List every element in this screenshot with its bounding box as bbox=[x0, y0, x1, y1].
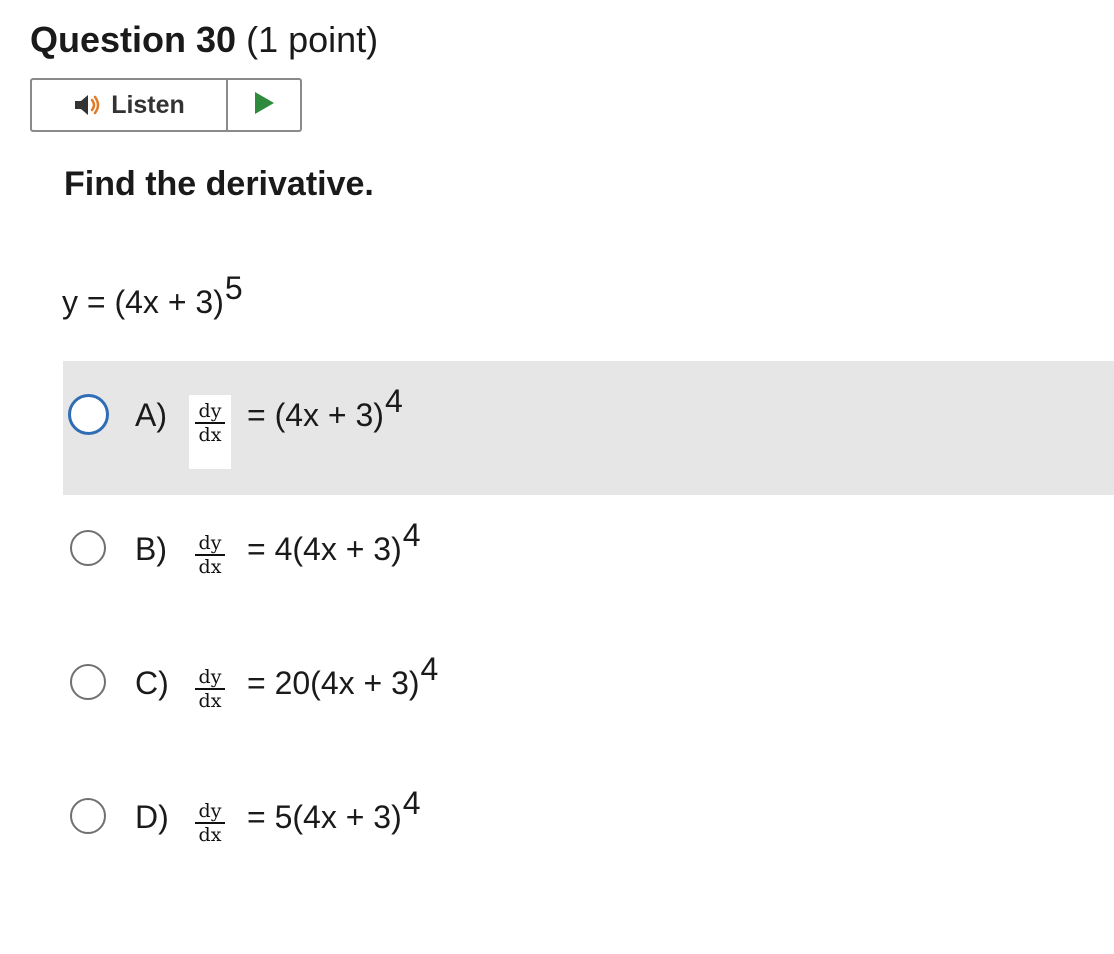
option-letter: B) bbox=[135, 531, 167, 567]
option-expression: = 5(4x + 3)4 bbox=[247, 785, 421, 841]
play-button[interactable] bbox=[228, 80, 300, 130]
option-exponent: 4 bbox=[384, 383, 403, 419]
fraction-denominator: dx bbox=[198, 824, 222, 846]
fraction-denominator: dx bbox=[198, 424, 222, 446]
fraction-denominator: dx bbox=[198, 690, 222, 712]
speaker-icon bbox=[73, 92, 103, 118]
option-rhs: = 5(4x + 3) bbox=[247, 799, 402, 835]
listen-label: Listen bbox=[111, 90, 185, 119]
answer-option-a[interactable]: A) dy dx = (4x + 3)4 bbox=[63, 361, 1114, 495]
derivative-fraction: dy dx bbox=[189, 801, 231, 845]
answer-option-d[interactable]: D) dy dx = 5(4x + 3)4 bbox=[63, 763, 1114, 897]
play-icon bbox=[252, 91, 276, 120]
option-letter: C) bbox=[135, 665, 169, 701]
option-exponent: 4 bbox=[402, 785, 421, 821]
answer-option-c[interactable]: C) dy dx = 20(4x + 3)4 bbox=[63, 629, 1114, 763]
option-expression: = 4(4x + 3)4 bbox=[247, 517, 421, 573]
option-exponent: 4 bbox=[420, 651, 439, 687]
equation-base: y = (4x + 3) bbox=[62, 284, 224, 320]
fraction-numerator: dy bbox=[195, 667, 225, 690]
listen-widget: Listen bbox=[30, 78, 302, 132]
option-letter: D) bbox=[135, 799, 169, 835]
radio-button-b[interactable] bbox=[70, 530, 106, 566]
option-expression: = 20(4x + 3)4 bbox=[247, 651, 438, 707]
question-header: Question 30 (1 point) bbox=[30, 18, 378, 62]
derivative-fraction: dy dx bbox=[189, 533, 231, 577]
derivative-fraction: dy dx bbox=[189, 667, 231, 711]
radio-button-c[interactable] bbox=[70, 664, 106, 700]
fraction-numerator: dy bbox=[195, 533, 225, 556]
derivative-fraction: dy dx bbox=[189, 395, 231, 469]
question-title: Question 30 bbox=[30, 19, 237, 60]
fraction-denominator: dx bbox=[198, 556, 222, 578]
fraction-numerator: dy bbox=[195, 801, 225, 824]
answer-option-b[interactable]: B) dy dx = 4(4x + 3)4 bbox=[63, 495, 1114, 629]
question-prompt: Find the derivative. bbox=[64, 165, 374, 203]
option-expression: = (4x + 3)4 bbox=[247, 383, 403, 439]
option-rhs: = 20(4x + 3) bbox=[247, 665, 420, 701]
option-rhs: = (4x + 3) bbox=[247, 397, 384, 433]
question-equation: y = (4x + 3)5 bbox=[62, 270, 243, 326]
question-points: (1 point) bbox=[246, 19, 379, 60]
radio-button-a[interactable] bbox=[68, 394, 109, 435]
radio-button-d[interactable] bbox=[70, 798, 106, 834]
option-letter: A) bbox=[135, 397, 167, 433]
option-exponent: 4 bbox=[402, 517, 421, 553]
option-rhs: = 4(4x + 3) bbox=[247, 531, 402, 567]
equation-exponent: 5 bbox=[224, 270, 243, 306]
listen-button[interactable]: Listen bbox=[32, 80, 228, 130]
fraction-numerator: dy bbox=[195, 401, 225, 424]
